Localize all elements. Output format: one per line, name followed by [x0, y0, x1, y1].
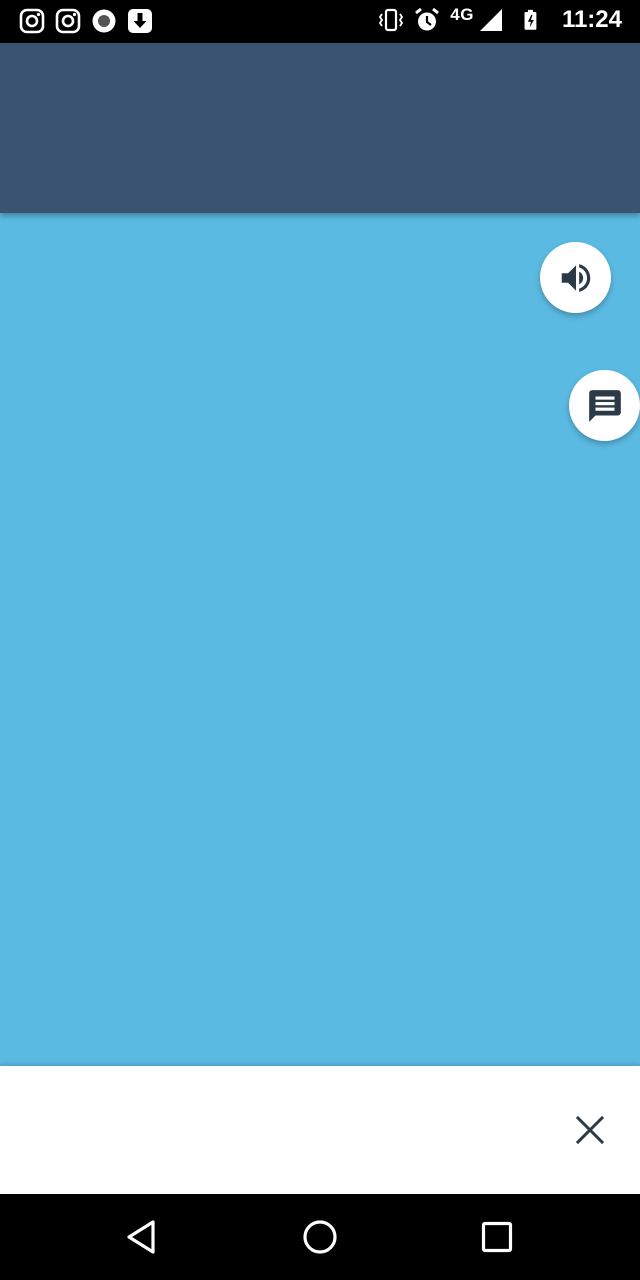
instagram-icon — [55, 8, 81, 34]
content-area — [0, 213, 640, 1066]
record-icon — [92, 9, 116, 33]
network-type-label: 4G — [450, 5, 474, 24]
navigation-bar — [0, 1194, 640, 1280]
status-bar: 4G 11:24 — [0, 0, 640, 43]
chat-icon — [588, 389, 621, 422]
back-button[interactable] — [117, 1212, 167, 1262]
volume-icon — [561, 263, 590, 292]
recents-icon — [481, 1221, 513, 1253]
bottom-banner — [0, 1066, 640, 1194]
app-header — [0, 43, 640, 213]
signal-icon — [479, 9, 502, 31]
home-button[interactable] — [295, 1212, 345, 1262]
alarm-icon — [415, 7, 440, 31]
close-banner-button[interactable] — [568, 1108, 612, 1152]
notification-icons — [19, 8, 153, 34]
back-icon — [127, 1220, 155, 1254]
battery-charging-icon — [524, 9, 537, 30]
home-icon — [303, 1220, 337, 1254]
system-icons: 4G 11:24 — [378, 5, 622, 34]
volume-button[interactable] — [540, 242, 611, 313]
instagram-icon — [19, 8, 45, 34]
chat-button[interactable] — [569, 370, 640, 441]
recents-button[interactable] — [472, 1212, 522, 1262]
download-icon — [128, 9, 152, 33]
close-icon — [575, 1115, 605, 1145]
clock: 11:24 — [561, 6, 622, 33]
vibrate-icon — [379, 8, 404, 32]
